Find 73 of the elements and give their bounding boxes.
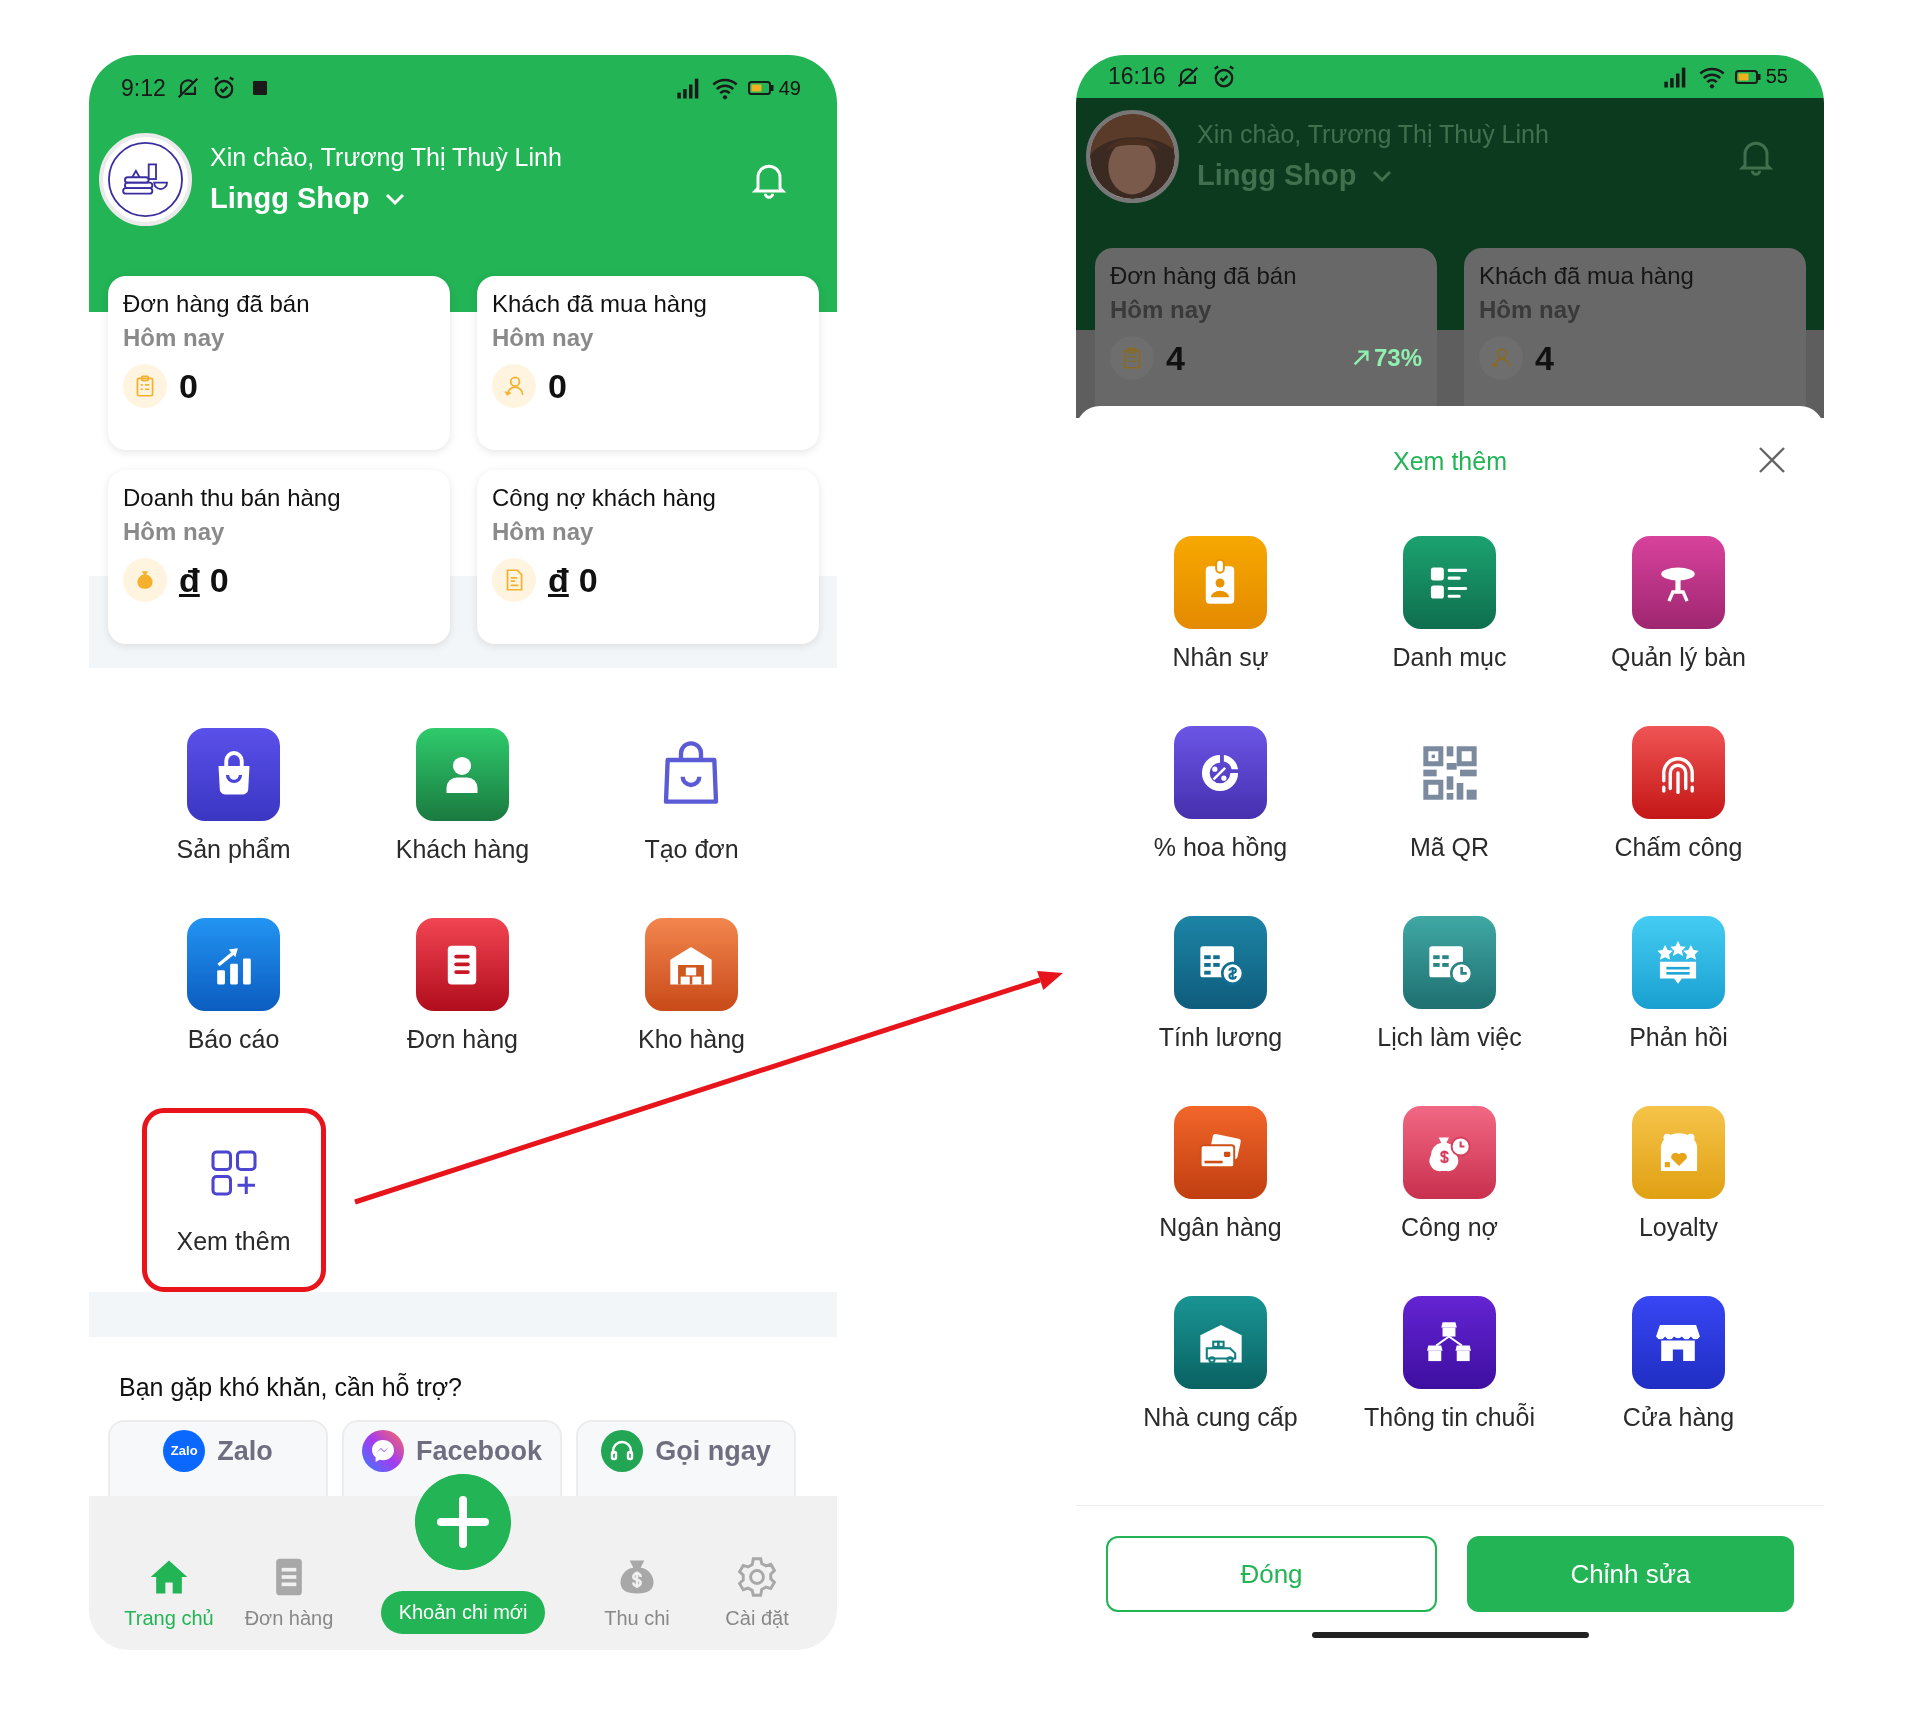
money-bag-clock-icon <box>1403 1106 1496 1199</box>
stat-value: 4 <box>1535 338 1554 378</box>
stat-title: Đơn hàng đã bán <box>123 290 311 318</box>
help-prompt: Bạn gặp khó khăn, cần hỗ trợ? <box>119 1373 464 1402</box>
menu-item[interactable]: Công nợ <box>1401 1106 1498 1296</box>
status-time: 16:16 <box>1108 63 1166 90</box>
menu-item[interactable]: Loyalty <box>1632 1106 1725 1296</box>
stat-title: Khách đã mua hàng <box>1479 262 1695 290</box>
menu-item[interactable]: Tính lương <box>1158 916 1283 1106</box>
stars-message-icon <box>1632 916 1725 1009</box>
stat-title: Đơn hàng đã bán <box>1110 262 1298 290</box>
storefront-icon <box>1632 1296 1725 1389</box>
warehouse-truck-icon <box>1174 1296 1267 1389</box>
stat-title: Doanh thu bán hàng <box>123 484 342 512</box>
contact-button[interactable]: Facebook <box>342 1420 562 1496</box>
menu-item[interactable]: Tạo đơn <box>644 728 739 918</box>
menu-item[interactable]: Khách hàng <box>395 728 530 918</box>
stat-period: Hôm nay <box>123 518 226 546</box>
stat-title: Khách đã mua hàng <box>492 290 708 318</box>
percent-donut-icon <box>1174 726 1267 819</box>
list-icon <box>1403 536 1496 629</box>
table-icon <box>1632 536 1725 629</box>
contact-button[interactable]: Gọi ngay <box>576 1420 796 1496</box>
contact-button[interactable]: Zalo Zalo <box>108 1420 328 1496</box>
store-network-icon <box>1403 1296 1496 1389</box>
stat-value: 0 <box>548 366 567 406</box>
stat-value: đ 0 <box>548 560 598 600</box>
stat-value: 0 <box>179 366 198 406</box>
menu-item[interactable]: Sản phẩm <box>176 728 291 918</box>
logo-badge: Zalo <box>163 1430 206 1472</box>
stat-value: 4 <box>1166 338 1185 378</box>
sheet-title: Xem thêm <box>1393 446 1507 476</box>
menu-item[interactable]: Thông tin chuỗi <box>1364 1296 1535 1486</box>
stat-period: Hôm nay <box>492 324 595 352</box>
document-icon <box>416 918 509 1011</box>
stat-period: Hôm nay <box>123 324 226 352</box>
stat-period: Hôm nay <box>492 518 595 546</box>
id-badge-icon <box>1174 536 1267 629</box>
menu-item[interactable]: Ngân hàng <box>1159 1106 1282 1296</box>
stat-title: Công nợ khách hàng <box>492 484 717 512</box>
menu-item[interactable]: Mã QR <box>1403 726 1496 916</box>
calendar-coin-icon <box>1174 916 1267 1009</box>
bag-icon <box>187 728 280 821</box>
menu-item[interactable]: Nhân sự <box>1172 536 1269 726</box>
chat-bubble-icon <box>361 1430 404 1472</box>
battery-percent: 55 <box>1765 65 1788 88</box>
credit-card-icon <box>1174 1106 1267 1199</box>
menu-item[interactable]: Cửa hàng <box>1622 1296 1735 1486</box>
settings-icon <box>735 1555 779 1599</box>
warehouse-icon <box>645 918 738 1011</box>
headset-icon <box>601 1430 644 1472</box>
calendar-clock-icon <box>1403 916 1496 1009</box>
menu-item[interactable]: Nhà cung cấp <box>1143 1296 1298 1486</box>
menu-item[interactable]: Lịch làm việc <box>1377 916 1522 1106</box>
battery-percent: 49 <box>778 76 801 100</box>
menu-item[interactable]: Báo cáo <box>187 918 280 1108</box>
menu-item[interactable]: % hoa hồng <box>1153 726 1288 916</box>
greeting-text: Xin chào, Trương Thị Thuỳ Linh <box>210 143 563 172</box>
menu-item[interactable]: Xem thêm <box>141 1108 326 1292</box>
menu-item[interactable]: Danh mục <box>1392 536 1507 726</box>
add-button[interactable] <box>415 1474 511 1570</box>
menu-item[interactable]: Đơn hàng <box>407 918 518 1108</box>
menu-item[interactable]: Kho hàng <box>637 918 745 1108</box>
status-time: 9:12 <box>121 74 166 102</box>
bar-chart-icon <box>187 918 280 1011</box>
menu-item[interactable]: Quản lý bàn <box>1611 536 1746 726</box>
trend-value: 73% <box>1373 344 1422 372</box>
menu-item[interactable]: Phản hồi <box>1629 916 1728 1106</box>
stat-value: đ 0 <box>179 560 229 600</box>
shop-name: Lingg Shop <box>210 182 370 215</box>
person-icon <box>416 728 509 821</box>
menu-item[interactable]: Chấm công <box>1614 726 1743 916</box>
fingerprint-icon <box>1632 726 1725 819</box>
